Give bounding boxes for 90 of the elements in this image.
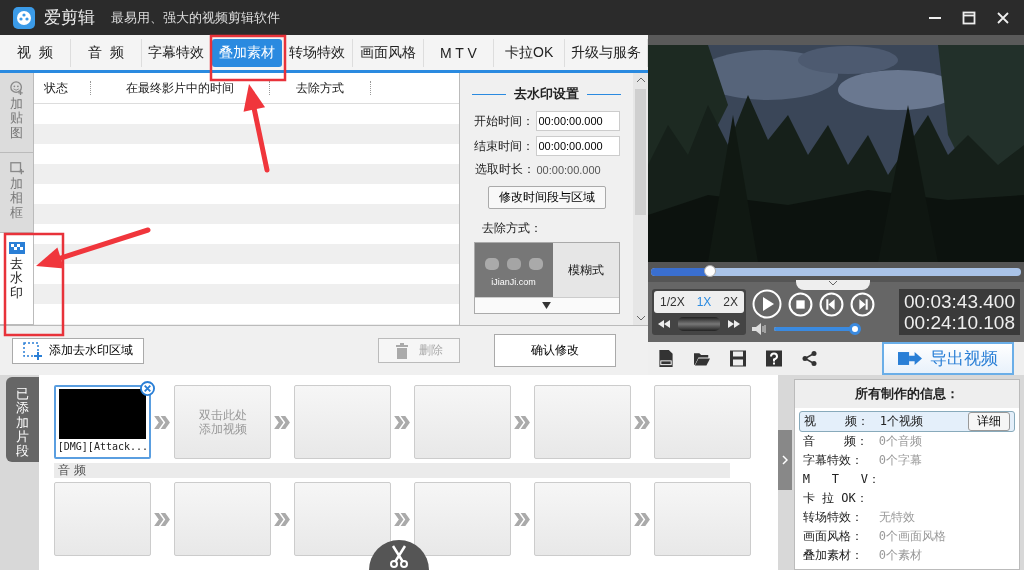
info-row[interactable]: 叠加素材： 0个素材 <box>798 546 1015 565</box>
next-frame-icon[interactable] <box>850 291 875 317</box>
chevron-right-icon <box>394 512 412 526</box>
chevron-right-icon <box>514 512 532 526</box>
export-arrow-icon <box>898 351 922 366</box>
field-label: 结束时间： <box>473 137 534 155</box>
speaker-icon[interactable] <box>752 323 768 335</box>
tab[interactable]: 画面风格 <box>352 38 424 67</box>
clip-title: [DMG][Attack... <box>57 441 149 452</box>
tab[interactable]: 转场特效 <box>282 38 353 67</box>
chevron-right-icon <box>634 415 652 429</box>
timeline-label[interactable]: 已添加片段 <box>6 377 40 462</box>
chevron-right-icon <box>154 512 172 526</box>
help-icon[interactable] <box>766 350 782 367</box>
scroll-down-icon[interactable] <box>635 315 646 321</box>
add-region-button[interactable]: 添加去水印区域 <box>12 337 144 364</box>
field-label: 选取时长： <box>474 161 535 178</box>
time-field[interactable]: 00:00:00.000 <box>535 136 620 156</box>
duration-value: 00:00:00.000 <box>536 163 602 176</box>
play-icon[interactable] <box>752 289 782 319</box>
method-selector[interactable]: iJianJi.com 模糊式 <box>473 242 620 314</box>
expand-handle[interactable] <box>778 430 792 490</box>
tab[interactable]: 音 频 <box>70 38 142 67</box>
method-label: 去除方式： <box>482 220 542 237</box>
app-name: 爱剪辑 <box>44 7 95 29</box>
scroll-up-icon[interactable] <box>635 77 646 83</box>
settings-title: 去水印设置 <box>514 85 579 103</box>
maximize-icon[interactable] <box>962 10 976 25</box>
chevron-right-icon <box>274 512 292 526</box>
info-row[interactable]: 转场特效： 无特效 <box>798 508 1015 527</box>
info-title: 所有制作的信息： <box>794 380 1019 408</box>
dashed-plus-icon <box>23 341 43 360</box>
sample-caption: iJianJi.com <box>491 277 536 287</box>
chevron-right-icon <box>154 415 172 429</box>
info-row[interactable]: 画面风格： 0个画面风格 <box>798 527 1015 546</box>
confirm-button[interactable]: 确认修改 <box>494 334 616 367</box>
previous-frame-icon[interactable] <box>819 291 844 317</box>
column-header: 状态 <box>34 81 91 95</box>
detail-button[interactable]: 详细 <box>968 412 1010 431</box>
tab[interactable]: 卡拉OK <box>494 38 565 67</box>
method-name: 模糊式 <box>552 243 619 297</box>
progress-handle[interactable] <box>704 265 717 277</box>
scissors-button[interactable] <box>369 540 430 570</box>
frame-plus-icon <box>8 161 25 175</box>
share-icon[interactable] <box>802 350 818 367</box>
folder-icon[interactable] <box>694 350 710 367</box>
chevron-right-icon <box>394 415 412 429</box>
close-icon[interactable] <box>996 10 1010 25</box>
info-row[interactable]: 视 频： 1个视频 详细 <box>798 411 1015 432</box>
rewind-icon[interactable] <box>658 320 670 328</box>
chevron-down-icon[interactable] <box>828 280 838 286</box>
modify-button[interactable]: 修改时间段与区域 <box>487 186 606 209</box>
export-button[interactable]: 导出视频 <box>882 342 1014 375</box>
speed-option[interactable]: 1/2X <box>660 291 685 313</box>
chevron-right-icon <box>274 415 292 429</box>
current-time: 00:03:43.400 <box>904 291 1015 312</box>
column-header: 去除方式 <box>270 81 371 95</box>
empty-slot[interactable] <box>294 482 392 556</box>
smiley-plus-icon <box>8 81 25 95</box>
progress-track[interactable] <box>651 268 1021 276</box>
info-row[interactable]: 音 频： 0个音频 <box>798 432 1015 451</box>
audio-track-label: 音 频 <box>54 463 731 478</box>
time-field[interactable]: 00:00:00.000 <box>535 111 620 131</box>
chevron-right-icon <box>634 512 652 526</box>
info-row[interactable]: M T V： <box>798 470 1015 489</box>
info-row[interactable]: 卡 拉 OK： <box>798 489 1015 508</box>
speed-option[interactable]: 2X <box>723 291 738 313</box>
chevron-right-icon <box>781 455 788 465</box>
save-icon[interactable] <box>730 350 746 367</box>
mosaic-icon <box>8 241 25 255</box>
side-tab[interactable]: 去水印 <box>0 233 33 325</box>
remove-icon[interactable] <box>140 381 156 396</box>
tab[interactable]: 叠加素材 <box>212 38 282 67</box>
chevron-right-icon <box>514 415 532 429</box>
stop-icon[interactable] <box>788 291 813 317</box>
field-label: 开始时间： <box>473 112 534 130</box>
fast-forward-icon[interactable] <box>728 320 740 328</box>
total-time: 00:24:10.108 <box>904 312 1015 333</box>
tab[interactable]: M T V <box>423 38 495 67</box>
trash-icon <box>395 342 409 359</box>
info-row[interactable]: 字幕特效： 0个字幕 <box>798 451 1015 470</box>
dropdown-arrow-icon <box>542 302 551 309</box>
new-file-icon[interactable] <box>658 350 674 367</box>
app-logo-icon <box>12 5 36 30</box>
volume-slider[interactable] <box>774 323 858 335</box>
scrollbar[interactable] <box>633 73 648 325</box>
volume-handle[interactable] <box>849 323 862 335</box>
tab[interactable]: 视 频 <box>0 38 71 67</box>
jog-wheel[interactable] <box>678 317 720 331</box>
app-slogan: 最易用、强大的视频剪辑软件 <box>111 8 280 27</box>
